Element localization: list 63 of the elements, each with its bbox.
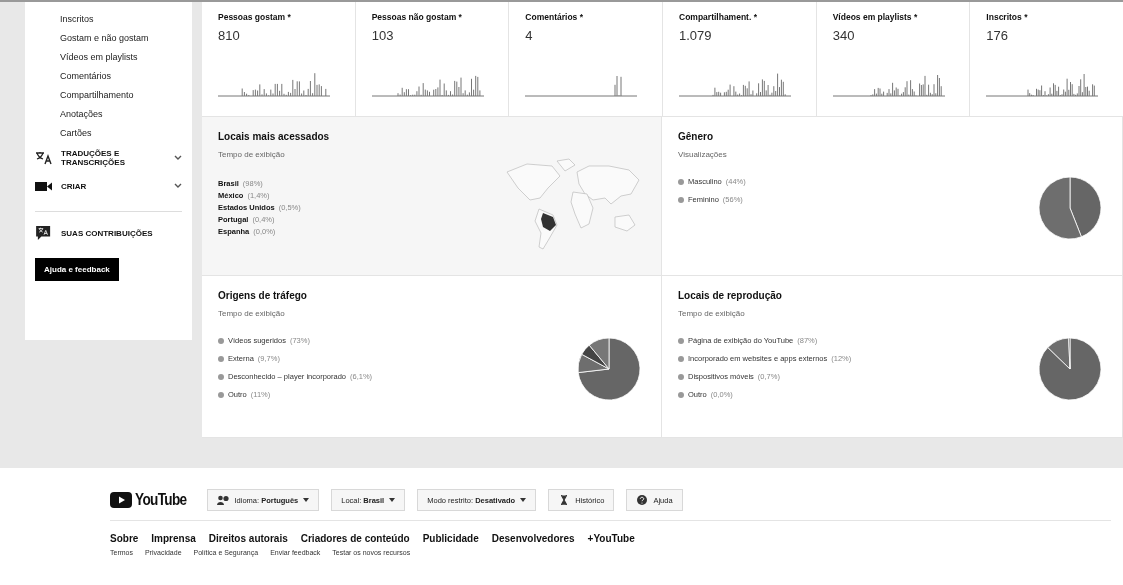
metric-value: 103 [371, 28, 395, 43]
sidebar-item[interactable]: Comentários [25, 67, 192, 86]
people-icon [217, 495, 230, 505]
help-icon [636, 495, 649, 505]
footer-link[interactable]: Direitos autorais [208, 533, 288, 544]
metric-value: 340 [832, 28, 856, 43]
metric-card[interactable]: Inscritos * 176 [970, 2, 1123, 116]
legend-dot [218, 373, 224, 380]
footer-link[interactable]: Desenvolvedores [491, 533, 575, 544]
footer-link[interactable]: Imprensa [151, 533, 196, 544]
metric-card[interactable]: Vídeos em playlists * 340 [816, 2, 971, 116]
metric-value: 1.079 [679, 28, 713, 43]
metric-title: Pessoas gostam * [218, 12, 292, 22]
legend-dot [218, 391, 224, 398]
panel-subtitle: Tempo de exibição [678, 309, 746, 318]
sidebar-item[interactable]: Cartões [25, 124, 192, 143]
metric-title: Compartilhament. * [679, 12, 758, 22]
legend-dot [678, 196, 684, 203]
metric-card[interactable]: Compartilhament. * 1.079 [663, 2, 817, 116]
panel-subtitle: Tempo de exibição [218, 309, 286, 318]
sidebar-item[interactable]: Inscritos [25, 10, 192, 29]
legend-dot [218, 355, 224, 362]
logo-text: YouTube [135, 491, 187, 509]
panel-title: Origens de tráfego [218, 290, 308, 301]
metric-value: 810 [218, 28, 241, 43]
metric-title: Pessoas não gostam * [371, 12, 463, 22]
metric-value: 176 [986, 28, 1010, 43]
play-logo-icon [110, 492, 132, 508]
legend-dot [678, 355, 684, 362]
legend-dot [218, 337, 224, 344]
sidebar-section[interactable]: CRIAR [25, 173, 192, 199]
sidebar-item[interactable]: Compartilhamento [25, 86, 192, 105]
metric-value: 4 [525, 28, 534, 43]
legend-dot [678, 178, 684, 185]
metric-title: Inscritos * [986, 12, 1029, 22]
legend-dot [678, 391, 684, 398]
footer-link[interactable]: Sobre [110, 533, 139, 544]
footer-link[interactable]: Publicidade [422, 533, 479, 544]
legend-dot [678, 337, 684, 344]
sidebar-item[interactable]: Vídeos em playlists [25, 48, 192, 67]
panel-subtitle: Visualizações [678, 150, 728, 159]
panel-subtitle: Tempo de exibição [218, 150, 286, 159]
contributions-link[interactable]: SUAS CONTRIBUIÇÕES [61, 228, 153, 238]
footer-link[interactable]: +YouTube [587, 533, 635, 544]
sidebar-section[interactable]: TRADUÇÕES E TRANSCRIÇÕES [25, 143, 192, 173]
sidebar-item[interactable]: Anotações [25, 105, 192, 124]
panel-title: Locais de reprodução [678, 290, 783, 301]
footer-link[interactable]: Criadores de conteúdo [300, 533, 410, 544]
panel-title: Locais mais acessados [218, 131, 331, 142]
metric-title: Vídeos em playlists * [832, 12, 919, 22]
translate-icon [35, 151, 53, 165]
metric-card[interactable]: Pessoas gostam * 810 [202, 2, 356, 116]
legend-dot [678, 373, 684, 380]
pie-slice [1069, 176, 1102, 238]
pie-slice [1038, 176, 1082, 240]
video-camera-icon [35, 179, 53, 193]
sidebar-item[interactable]: Gostam e não gostam [25, 29, 192, 48]
metric-card[interactable]: Pessoas não gostam * 103 [355, 2, 510, 116]
panel-title: Gênero [678, 131, 714, 142]
translate-icon [35, 226, 53, 240]
metric-title: Comentários * [525, 12, 584, 22]
metric-card[interactable]: Comentários * 4 [509, 2, 663, 116]
help-feedback-button[interactable]: Ajuda e feedback [35, 258, 119, 281]
